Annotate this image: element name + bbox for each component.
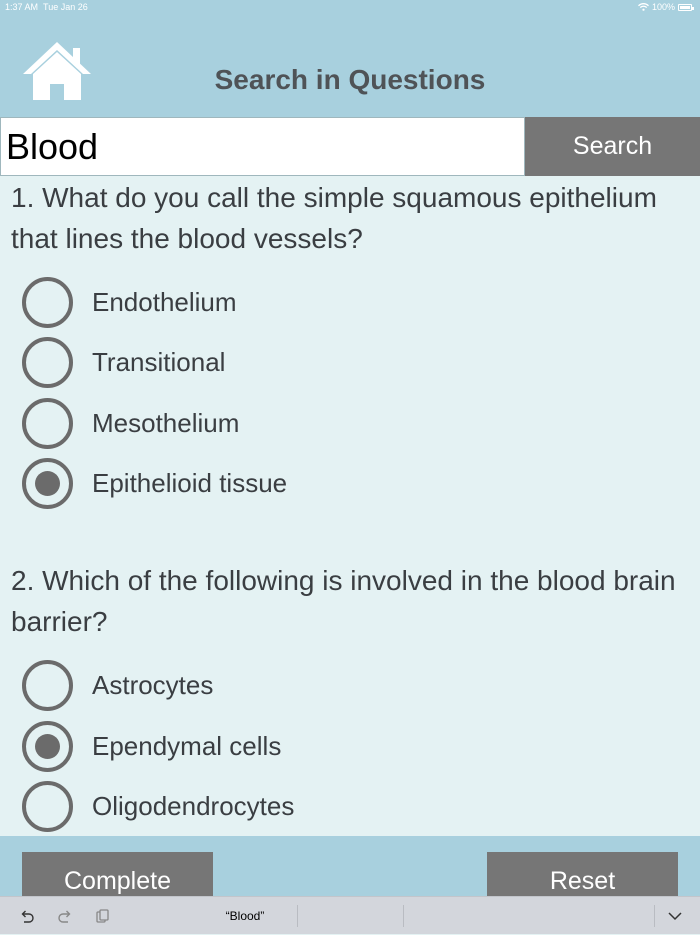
option-q2-oligodendrocytes[interactable]: Oligodendrocytes	[22, 780, 622, 832]
status-right: 100%	[638, 0, 694, 14]
questions-list[interactable]: 1. What do you call the simple squamous …	[0, 176, 700, 836]
option-label: Mesothelium	[92, 407, 240, 438]
battery-percent: 100%	[651, 2, 675, 12]
option-label: Transitional	[92, 346, 226, 377]
option-q1-epithelioid-tissue[interactable]: Epithelioid tissue	[22, 457, 622, 509]
header: Search in Questions	[0, 14, 700, 117]
question-2-text: 2. Which of the following is involved in…	[11, 565, 676, 637]
divider	[297, 905, 298, 927]
search-button[interactable]: Search	[525, 117, 700, 176]
radio-button-selected[interactable]	[22, 720, 73, 772]
radio-button[interactable]	[22, 780, 73, 832]
option-label: Endothelium	[92, 286, 237, 317]
radio-button[interactable]	[22, 397, 73, 449]
radio-button[interactable]	[22, 659, 73, 711]
status-bar: 1:37 AM Tue Jan 26 100%	[0, 0, 700, 14]
divider	[654, 905, 655, 927]
divider	[403, 905, 404, 927]
option-label: Ependymal cells	[92, 730, 282, 761]
page-title: Search in Questions	[214, 64, 486, 95]
autocorrect-suggestion[interactable]: “Blood”	[190, 897, 300, 935]
battery-icon	[678, 3, 694, 11]
redo-icon[interactable]	[57, 908, 73, 924]
search-input[interactable]	[0, 117, 525, 176]
status-time: 1:37 AM	[5, 2, 39, 12]
option-q1-transitional[interactable]: Transitional	[22, 336, 622, 388]
status-time-date: 1:37 AM Tue Jan 26	[5, 0, 88, 14]
option-label: Epithelioid tissue	[92, 467, 288, 498]
option-label: Oligodendrocytes	[92, 790, 295, 821]
status-date: Tue Jan 26	[43, 2, 88, 12]
complete-button[interactable]: Complete	[22, 852, 213, 902]
radio-button[interactable]	[22, 336, 73, 388]
option-q1-mesothelium[interactable]: Mesothelium	[22, 397, 622, 449]
paste-icon[interactable]	[94, 908, 110, 924]
option-q2-astrocytes[interactable]: Astrocytes	[22, 659, 622, 711]
search-row: Search	[0, 117, 700, 176]
keyboard-shortcut-bar: “Blood”	[0, 896, 700, 934]
radio-button[interactable]	[22, 276, 73, 328]
footer: Complete Reset	[0, 836, 700, 902]
question-1-text: 1. What do you call the simple squamous …	[11, 182, 657, 254]
option-label: Astrocytes	[92, 669, 214, 700]
option-q2-ependymal-cells[interactable]: Ependymal cells	[22, 720, 622, 772]
option-q1-endothelium[interactable]: Endothelium	[22, 276, 622, 328]
reset-button[interactable]: Reset	[487, 852, 678, 902]
wifi-icon	[638, 3, 649, 11]
chevron-down-icon[interactable]	[667, 908, 683, 924]
radio-button-selected[interactable]	[22, 457, 73, 509]
undo-icon[interactable]	[19, 908, 35, 924]
